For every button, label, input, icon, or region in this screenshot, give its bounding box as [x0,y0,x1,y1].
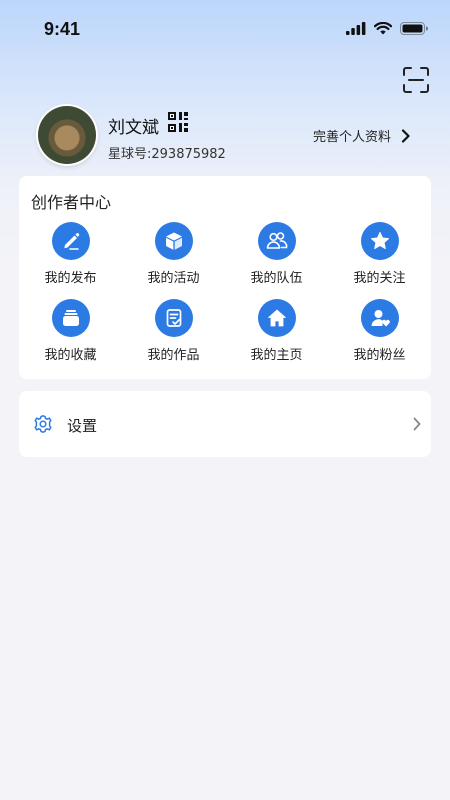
creator-center-title: 创作者中心 [31,193,112,212]
my-posts-button[interactable]: 我的发布 [19,222,122,299]
collection-icon [51,299,90,337]
clipboard-check-icon [154,299,193,337]
status-bar: 9:41 [0,0,450,60]
star-icon [360,222,399,260]
wifi-icon [374,22,392,35]
home-icon [257,299,296,337]
user-id: 星球号:293875982 [108,147,226,162]
qr-code-icon[interactable] [168,112,188,132]
profile-header: 刘文斌 星球号:293875982 完善个人资料 [38,106,438,166]
grid-item-label: 我的粉丝 [353,348,406,363]
fans-icon [360,299,399,337]
my-fans-button[interactable]: 我的粉丝 [328,299,431,376]
creator-center-grid: 我的发布 我的活动 我的队伍 我的关注 我的收藏 我的作品 我的主页 我的粉丝 [19,222,431,376]
chevron-right-icon [413,417,421,431]
scan-icon[interactable] [402,66,430,94]
my-team-button[interactable]: 我的队伍 [225,222,328,299]
team-icon [257,222,296,260]
battery-icon [400,22,428,35]
creator-center-card: 创作者中心 我的发布 我的活动 我的队伍 我的关注 我的收藏 我的作品 我的主页… [19,176,431,379]
grid-item-label: 我的活动 [147,271,200,286]
edit-profile-link[interactable]: 完善个人资料 [313,126,411,145]
settings-row[interactable]: 设置 [19,391,431,457]
pencil-icon [51,222,90,260]
my-following-button[interactable]: 我的关注 [328,222,431,299]
edit-profile-label: 完善个人资料 [313,130,392,145]
my-works-button[interactable]: 我的作品 [122,299,225,376]
status-icons [346,22,428,35]
gear-icon [34,415,52,433]
box-icon [154,222,193,260]
avatar[interactable] [38,106,96,164]
user-name: 刘文斌 [108,118,159,138]
settings-label: 设置 [67,417,98,435]
status-time: 9:41 [44,19,81,39]
grid-item-label: 我的主页 [250,348,303,363]
grid-item-label: 我的队伍 [250,271,303,286]
chevron-right-icon [401,128,410,143]
grid-item-label: 我的发布 [44,271,97,286]
my-favorites-button[interactable]: 我的收藏 [19,299,122,376]
my-activities-button[interactable]: 我的活动 [122,222,225,299]
grid-item-label: 我的作品 [147,348,200,363]
grid-item-label: 我的收藏 [44,348,97,363]
my-homepage-button[interactable]: 我的主页 [225,299,328,376]
grid-item-label: 我的关注 [353,271,406,286]
cellular-signal-icon [346,22,366,35]
